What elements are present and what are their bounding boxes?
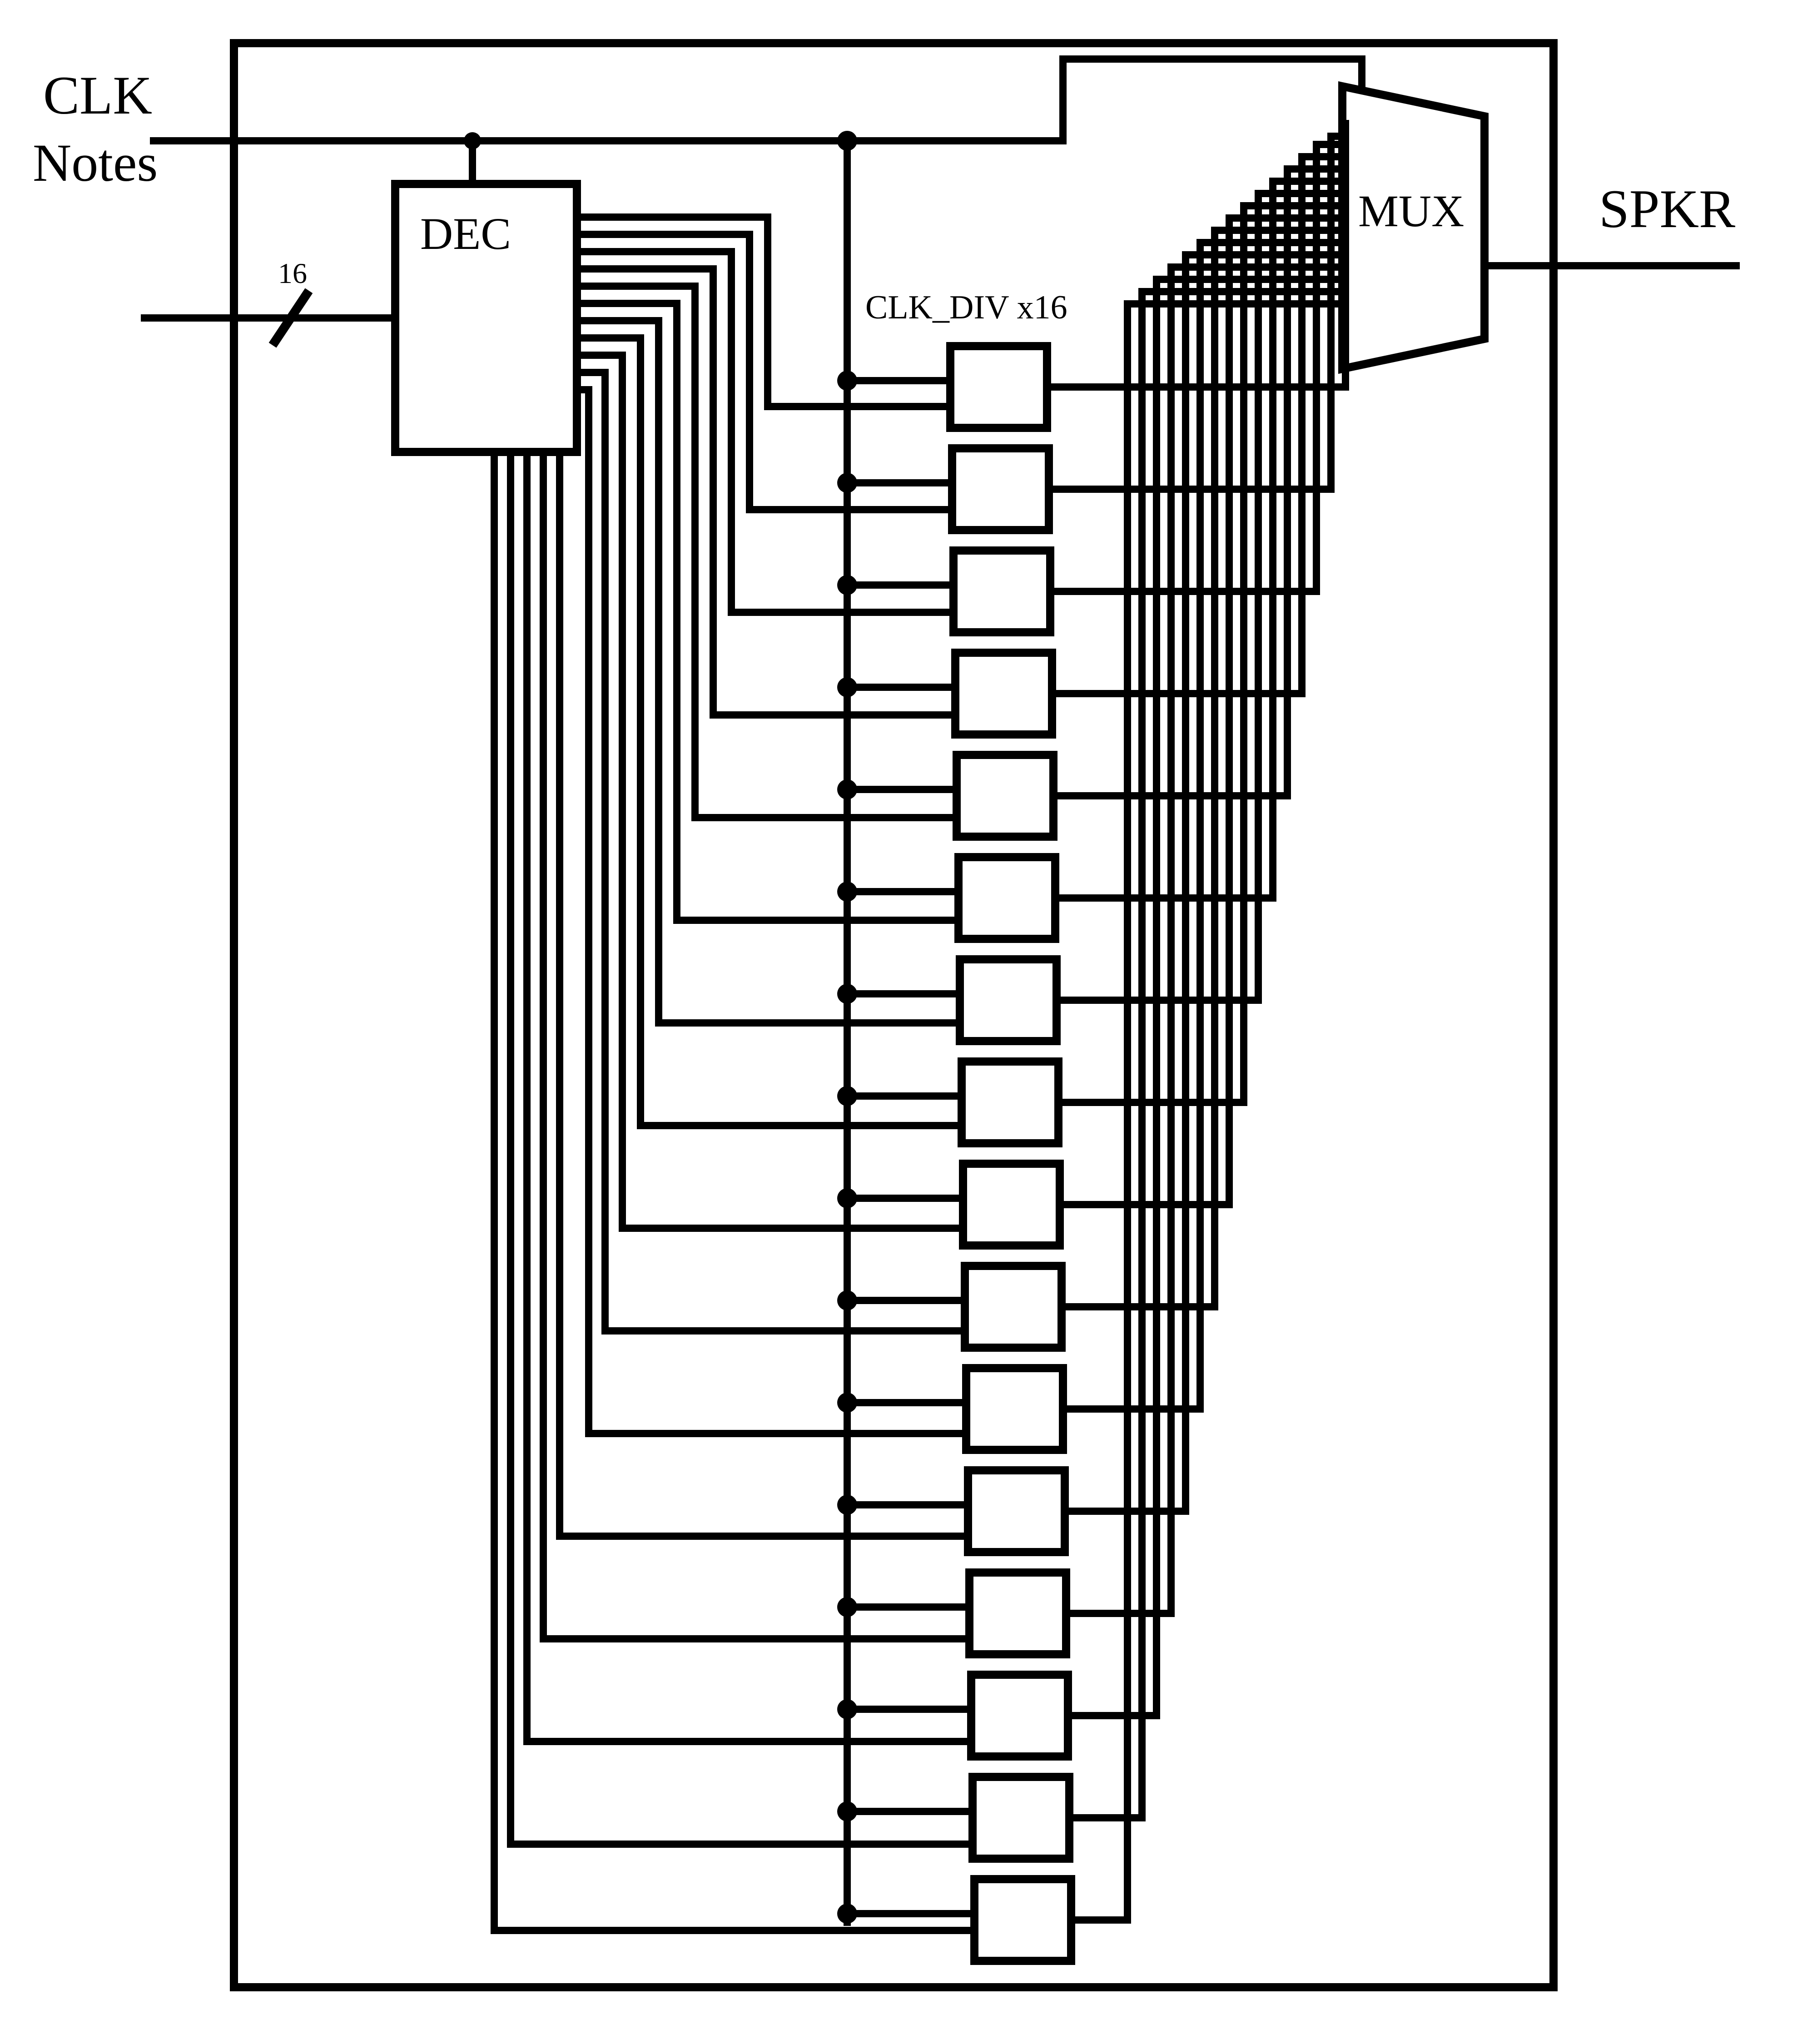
clkdiv-block <box>951 649 1056 739</box>
clkdiv-block <box>964 1466 1069 1556</box>
clkdiv-block <box>959 1160 1064 1250</box>
mux-block-label: MUX <box>1358 186 1465 236</box>
clkdiv-block <box>961 1262 1066 1352</box>
schematic-canvas: CLK Notes 16 DEC CLK_DIV x16 MUX SPKR <box>0 0 1817 2044</box>
clkdiv-block <box>956 955 1061 1045</box>
dec-block-label: DEC <box>420 208 511 259</box>
clkdiv-block <box>948 444 1053 534</box>
spkr-port-label: SPKR <box>1599 179 1736 239</box>
bus-width-label: 16 <box>278 257 307 289</box>
clkdiv-block <box>962 1364 1067 1454</box>
clkdiv-block <box>954 853 1059 943</box>
clkdiv-block <box>946 342 1051 432</box>
clkdiv-bank-label: CLK_DIV x16 <box>865 289 1067 326</box>
notes-port-label: Notes <box>33 133 158 193</box>
clk-to-mux-select-wire <box>847 55 1365 144</box>
clkdiv-block <box>970 1875 1075 1965</box>
clkdiv-block <box>968 1773 1073 1863</box>
clkdiv-block <box>958 1057 1062 1147</box>
clkdiv-to-mux-wires <box>1047 133 1342 1924</box>
clk-port-label: CLK <box>43 65 152 125</box>
clkdiv-block <box>953 751 1057 841</box>
clkdiv-block <box>949 546 1054 636</box>
clkdiv-block <box>965 1568 1070 1658</box>
clkdiv-block <box>967 1671 1072 1761</box>
chip-boundary-frame <box>230 39 1558 1991</box>
dec-output-wires <box>491 213 974 1934</box>
